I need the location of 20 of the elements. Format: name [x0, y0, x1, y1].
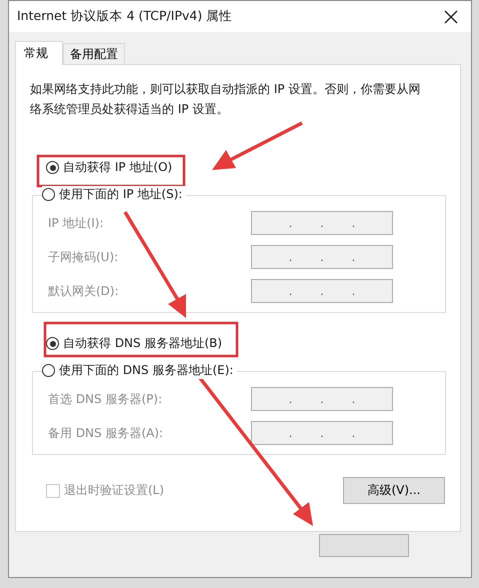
radio-button[interactable]	[46, 161, 59, 174]
tab[interactable]: 常规	[15, 41, 63, 65]
field-label: 子网掩码(U):	[48, 248, 118, 266]
radio-label: 使用下面的 DNS 服务器地址(E):	[59, 362, 234, 379]
radio-button[interactable]	[46, 337, 59, 350]
description-text: 如果网络支持此功能，则可以获取自动指派的 IP 设置。否则，你需要从网络系统管理员处获得适当的 IP 设置。	[30, 81, 422, 118]
close-icon	[443, 8, 459, 24]
radio-label: 使用下面的 IP 地址(S):	[59, 186, 182, 203]
radio-button[interactable]	[42, 364, 55, 377]
radio-label: 自动获得 DNS 服务器地址(B)	[63, 335, 222, 352]
field-label: 首选 DNS 服务器(P):	[48, 390, 162, 408]
field-label: IP 地址(I):	[48, 214, 104, 232]
radio-label: 自动获得 IP 地址(O)	[63, 159, 172, 176]
field-label: 默认网关(D):	[48, 282, 119, 300]
window-title: Internet 协议版本 4 (TCP/IPv4) 属性	[17, 8, 232, 25]
field-label: 备用 DNS 服务器(A):	[48, 424, 164, 442]
checkbox-label: 退出时验证设置(L)	[64, 482, 164, 499]
radio-button[interactable]	[42, 188, 55, 201]
advanced-button[interactable]: 高级(V)...	[343, 477, 445, 504]
tab[interactable]: 备用配置	[63, 43, 125, 64]
